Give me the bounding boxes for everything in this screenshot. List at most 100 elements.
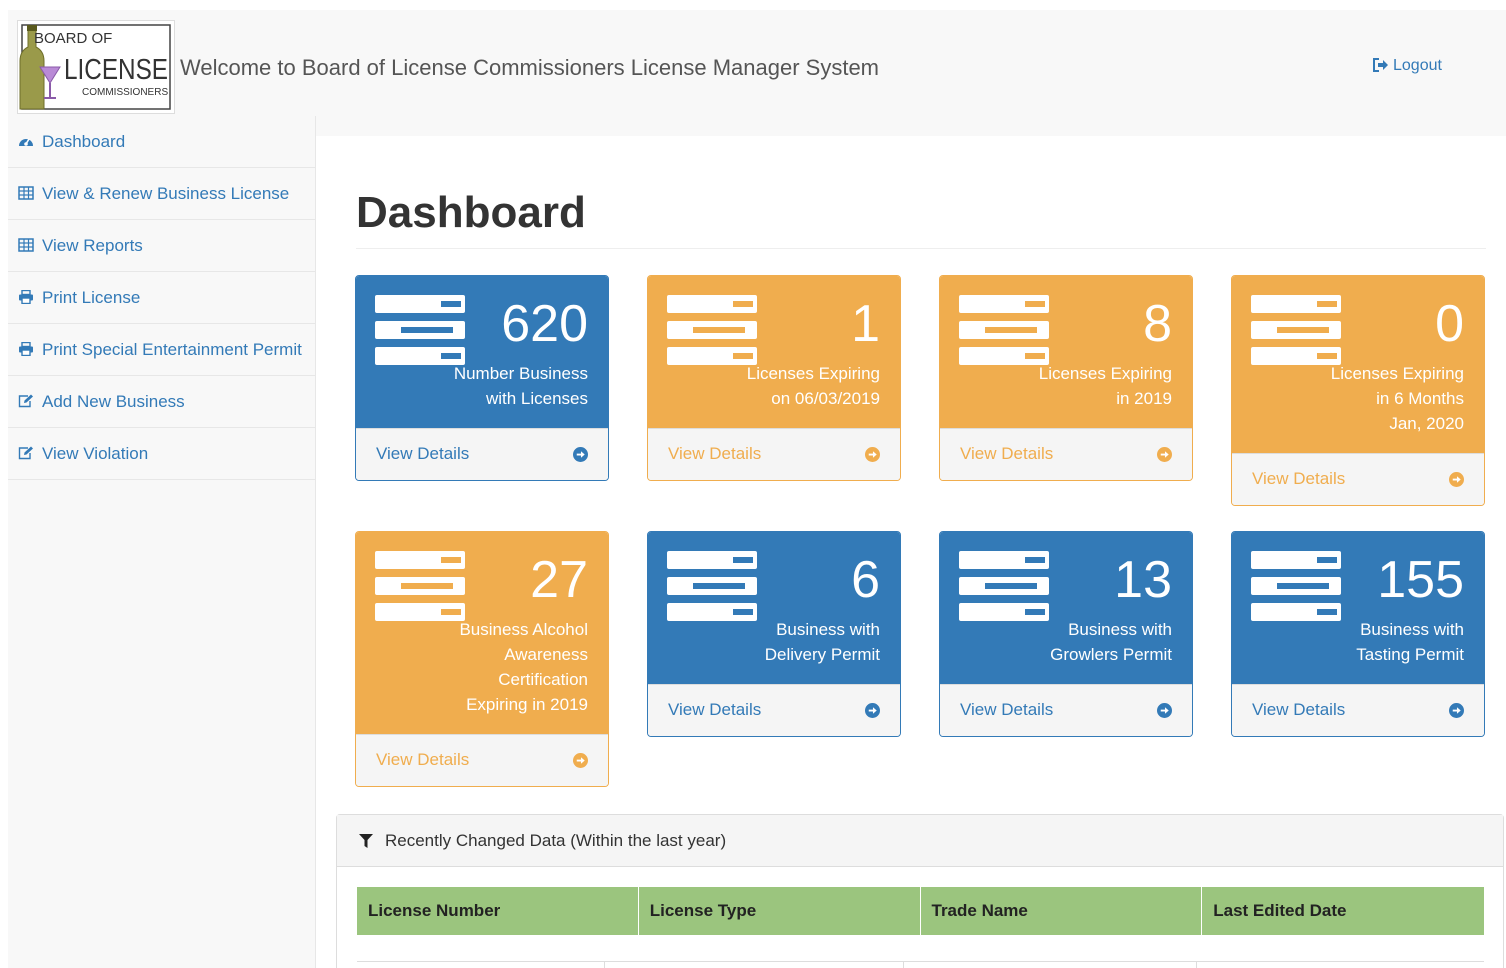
view-details-link[interactable]: View Details bbox=[1232, 684, 1484, 736]
server-icon bbox=[375, 551, 465, 621]
svg-text:BOARD OF: BOARD OF bbox=[34, 30, 112, 47]
server-icon bbox=[667, 295, 757, 365]
view-details-link[interactable]: View Details bbox=[356, 734, 608, 786]
print-icon bbox=[19, 342, 33, 356]
sidebar-item-label: View & Renew Business License bbox=[42, 184, 290, 203]
view-details-label: View Details bbox=[960, 444, 1054, 463]
column-header-license-type[interactable]: License Type bbox=[639, 887, 921, 935]
view-details-label: View Details bbox=[1252, 469, 1346, 488]
server-icon bbox=[959, 551, 1049, 621]
column-header-license-number[interactable]: License Number bbox=[357, 887, 639, 935]
view-details-label: View Details bbox=[376, 444, 470, 463]
stat-panel: 27 Business Alcohol Awareness Certificati… bbox=[355, 531, 609, 787]
stat-label: Business with Growlers Permit bbox=[1050, 620, 1172, 664]
server-icon bbox=[959, 295, 1049, 365]
stat-label: Number Business with Licenses bbox=[453, 364, 588, 408]
view-details-label: View Details bbox=[668, 444, 762, 463]
logout-button[interactable]: Logout bbox=[1373, 57, 1442, 75]
stat-panel-heading: 0 Licenses Expiring in 6 Months Jan, 2020 bbox=[1232, 276, 1484, 453]
stat-panel-heading: 13 Business with Growlers Permit bbox=[940, 532, 1192, 684]
stat-panel: 620 Number Business with Licenses View Det… bbox=[355, 275, 609, 481]
stat-panel-heading: 155 Business with Tasting Permit bbox=[1232, 532, 1484, 684]
view-details-link[interactable]: View Details bbox=[1232, 453, 1484, 505]
arrow-circle-right-icon bbox=[1157, 447, 1172, 462]
view-details-label: View Details bbox=[960, 700, 1054, 719]
table-icon bbox=[18, 238, 34, 252]
stat-label: Licenses Expiring on 06/03/2019 bbox=[746, 364, 880, 408]
view-details-link[interactable]: View Details bbox=[940, 684, 1192, 736]
sidebar-item-view-renew-license[interactable]: View & Renew Business License bbox=[8, 168, 315, 220]
server-icon bbox=[1251, 551, 1341, 621]
sidebar-item-label: Add New Business bbox=[42, 392, 185, 411]
server-icon bbox=[1251, 295, 1341, 365]
view-details-label: View Details bbox=[376, 750, 470, 769]
arrow-circle-right-icon bbox=[865, 703, 880, 718]
server-icon bbox=[667, 551, 757, 621]
view-details-link[interactable]: View Details bbox=[356, 428, 608, 480]
recent-changes-title: Recently Changed Data (Within the last y… bbox=[385, 831, 727, 850]
arrow-circle-right-icon bbox=[573, 447, 588, 462]
column-header-last-edited-date[interactable]: Last Edited Date bbox=[1202, 887, 1484, 935]
sidebar-item-view-reports[interactable]: View Reports bbox=[8, 220, 315, 272]
logout-label: Logout bbox=[1393, 57, 1442, 74]
sidebar-item-label: Print Special Entertainment Permit bbox=[42, 340, 302, 359]
stat-value: 8 bbox=[1143, 295, 1172, 353]
stat-value: 0 bbox=[1435, 295, 1464, 353]
sign-out-icon bbox=[1373, 58, 1388, 72]
view-details-label: View Details bbox=[1252, 700, 1346, 719]
main-content: Dashboard 620 Number Business with Licens… bbox=[316, 136, 1506, 968]
stat-panel-heading: 27 Business Alcohol Awareness Certificati… bbox=[356, 532, 608, 734]
stat-label: Business with Delivery Permit bbox=[764, 620, 880, 664]
sidebar: Dashboard View & Renew Business License … bbox=[8, 116, 316, 968]
stat-value: 6 bbox=[851, 551, 880, 609]
stat-label: Licenses Expiring in 6 Months Jan, 2020 bbox=[1330, 364, 1464, 433]
view-details-link[interactable]: View Details bbox=[648, 428, 900, 480]
view-details-label: View Details bbox=[668, 700, 762, 719]
arrow-circle-right-icon bbox=[1449, 703, 1464, 718]
filter-icon bbox=[359, 834, 373, 848]
table-icon bbox=[18, 186, 34, 200]
stat-panel-heading: 1 Licenses Expiring on 06/03/2019 bbox=[648, 276, 900, 428]
arrow-circle-right-icon bbox=[865, 447, 880, 462]
table-cell bbox=[605, 962, 904, 968]
stat-value: 27 bbox=[530, 551, 588, 609]
view-details-link[interactable]: View Details bbox=[648, 684, 900, 736]
sidebar-item-add-new-business[interactable]: Add New Business bbox=[8, 376, 315, 428]
sidebar-item-view-violation[interactable]: View Violation bbox=[8, 428, 315, 480]
sidebar-item-label: View Violation bbox=[42, 444, 149, 463]
title-divider bbox=[356, 248, 1486, 249]
arrow-circle-right-icon bbox=[1157, 703, 1172, 718]
print-icon bbox=[19, 290, 33, 304]
stat-panel: 0 Licenses Expiring in 6 Months Jan, 2020… bbox=[1231, 275, 1485, 506]
dashboard-icon bbox=[19, 138, 33, 146]
stat-label: Licenses Expiring in 2019 bbox=[1038, 364, 1172, 408]
sidebar-item-dashboard[interactable]: Dashboard bbox=[8, 116, 315, 168]
arrow-circle-right-icon bbox=[573, 753, 588, 768]
recent-changes-table: License Number License Type Trade Name L… bbox=[357, 887, 1484, 968]
svg-text:COMMISSIONERS: COMMISSIONERS bbox=[82, 87, 168, 98]
table-cell bbox=[1197, 962, 1484, 968]
edit-icon bbox=[18, 446, 33, 460]
view-details-link[interactable]: View Details bbox=[940, 428, 1192, 480]
stat-panel-heading: 8 Licenses Expiring in 2019 bbox=[940, 276, 1192, 428]
sidebar-item-print-license[interactable]: Print License bbox=[8, 272, 315, 324]
table-row bbox=[357, 961, 1484, 968]
stat-value: 155 bbox=[1377, 551, 1464, 609]
stat-label: Business Alcohol Awareness Certification… bbox=[459, 620, 588, 714]
sidebar-item-label: Dashboard bbox=[42, 132, 126, 151]
sidebar-item-label: Print License bbox=[42, 288, 141, 307]
stat-panel-heading: 6 Business with Delivery Permit bbox=[648, 532, 900, 684]
stat-panel-heading: 620 Number Business with Licenses bbox=[356, 276, 608, 428]
logo[interactable]: BOARD OF LICENSE COMMISSIONERS bbox=[17, 20, 175, 114]
sidebar-item-print-special-permit[interactable]: Print Special Entertainment Permit bbox=[8, 324, 315, 376]
table-cell bbox=[904, 962, 1197, 968]
stat-value: 620 bbox=[501, 295, 588, 353]
stat-panel: 1 Licenses Expiring on 06/03/2019 View Det… bbox=[647, 275, 901, 481]
svg-text:LICENSE: LICENSE bbox=[64, 54, 168, 86]
stat-panel: 6 Business with Delivery Permit View Detai… bbox=[647, 531, 901, 737]
page-title: Dashboard bbox=[356, 188, 586, 237]
stat-panel: 155 Business with Tasting Permit View Deta… bbox=[1231, 531, 1485, 737]
server-icon bbox=[375, 295, 465, 365]
sidebar-item-label: View Reports bbox=[42, 236, 143, 255]
column-header-trade-name[interactable]: Trade Name bbox=[921, 887, 1203, 935]
